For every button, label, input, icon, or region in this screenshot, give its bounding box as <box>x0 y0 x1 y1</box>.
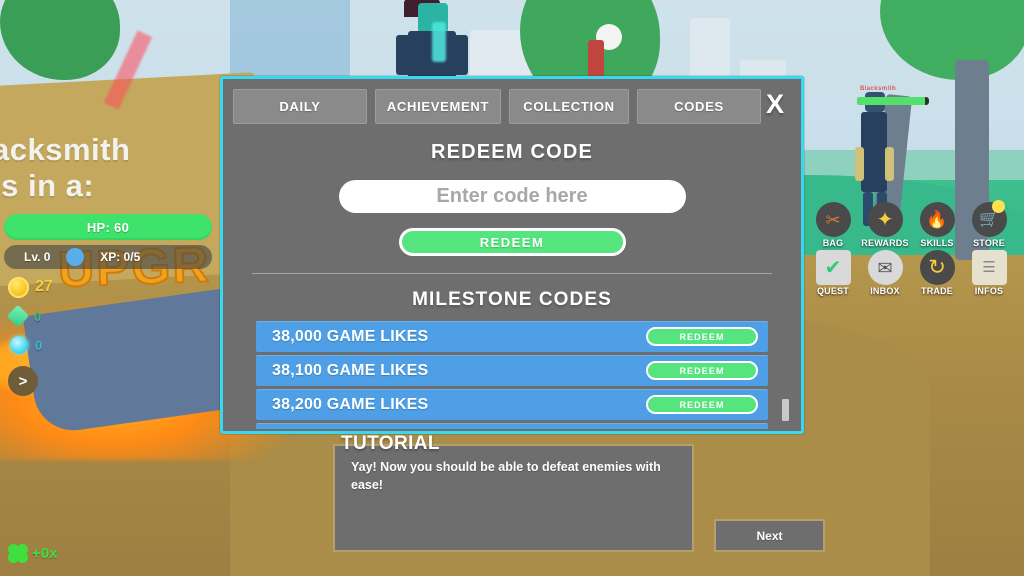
hud-expand-button[interactable]: > <box>8 366 38 396</box>
menu-label-trade: TRADE <box>921 286 953 296</box>
menu-button-quest[interactable]: ✔ QUEST <box>808 250 858 296</box>
menu-button-skills[interactable]: 🔥 SKILLS <box>912 202 962 248</box>
cyan-gem-icon <box>10 336 28 354</box>
codes-modal: DAILY ACHIEVEMENT COLLECTION CODES X RED… <box>220 76 804 434</box>
menu-button-infos[interactable]: ☰ INFOS <box>964 250 1014 296</box>
xp-knob-icon <box>66 248 84 266</box>
inbox-icon: ✉ <box>867 250 903 285</box>
sign-line-2: is in a: <box>0 168 95 203</box>
menu-label-rewards: REWARDS <box>861 238 909 248</box>
level-xp-bar: Lv. 0 XP: 0/5 <box>4 245 212 269</box>
currency-row-gold: 27 <box>8 276 225 298</box>
bag-icon: ✂ <box>815 202 851 237</box>
list-item[interactable]: 38,100 GAME LIKES REDEEM <box>256 355 768 386</box>
gold-coin-icon <box>8 276 29 298</box>
cyan-gem-value: 0 <box>35 337 43 353</box>
menu-label-infos: INFOS <box>974 286 1004 296</box>
menu-button-inbox[interactable]: ✉ INBOX <box>860 250 910 296</box>
tab-achievement[interactable]: ACHIEVEMENT <box>375 89 501 124</box>
tab-codes[interactable]: CODES <box>637 89 761 124</box>
milestone-codes-title: MILESTONE CODES <box>412 289 612 310</box>
modal-tabbar: DAILY ACHIEVEMENT COLLECTION CODES X <box>223 79 801 124</box>
menu-button-store[interactable]: 🛒 STORE <box>964 200 1014 248</box>
health-bar: HP: 60 <box>4 214 212 240</box>
player-hud: HP: 60 Lv. 0 XP: 0/5 27 0 0 > <box>0 214 225 396</box>
menu-button-bag[interactable]: ✂ BAG <box>808 202 858 248</box>
milestone-redeem-button[interactable]: REDEEM <box>646 395 758 414</box>
luck-boost-label: +0x <box>32 545 58 562</box>
tutorial-title: TUTORIAL <box>341 433 440 454</box>
tutorial-text: Yay! Now you should be able to defeat en… <box>351 460 661 493</box>
list-item[interactable]: 38,000 GAME LIKES REDEEM <box>256 321 768 352</box>
store-icon: 🛒 <box>971 200 1007 237</box>
menu-label-bag: BAG <box>822 238 844 248</box>
list-item[interactable]: 38,200 GAME LIKES REDEEM <box>256 389 768 420</box>
chevron-right-icon: > <box>18 372 28 390</box>
rewards-icon: ✦ <box>867 202 903 237</box>
level-label: Lv. 0 <box>24 250 51 264</box>
green-gem-icon <box>6 304 30 328</box>
tab-collection[interactable]: COLLECTION <box>509 89 629 124</box>
infos-icon: ☰ <box>971 250 1007 285</box>
npc-health-bar <box>857 97 929 105</box>
scrollbar-thumb[interactable] <box>782 399 789 421</box>
tutorial-next-button[interactable]: Next <box>714 519 825 552</box>
clover-icon <box>5 541 31 566</box>
sign-line-1: acksmith <box>0 132 131 167</box>
side-menu: ✂ BAG ✦ REWARDS 🔥 SKILLS 🛒 STORE ✔ QUEST… <box>808 200 1014 296</box>
milestone-title: 38,100 GAME LIKES <box>272 361 429 379</box>
quest-icon: ✔ <box>815 250 851 285</box>
milestone-title: 38,000 GAME LIKES <box>272 327 429 345</box>
skills-icon: 🔥 <box>919 202 955 237</box>
menu-button-rewards[interactable]: ✦ REWARDS <box>860 202 910 248</box>
milestone-list[interactable]: 38,000 GAME LIKES REDEEM 38,100 GAME LIK… <box>256 321 768 429</box>
menu-label-quest: QUEST <box>816 286 849 296</box>
close-icon[interactable]: X <box>757 87 793 121</box>
luck-boost-indicator: +0x <box>5 541 58 566</box>
tab-daily[interactable]: DAILY <box>233 89 367 124</box>
section-divider <box>252 273 772 274</box>
energy-glow <box>432 22 446 62</box>
tutorial-textbox: Yay! Now you should be able to defeat en… <box>333 444 694 552</box>
menu-button-trade[interactable]: ↻ TRADE <box>912 250 962 296</box>
code-input[interactable] <box>338 180 686 213</box>
gold-coin-value: 27 <box>35 278 53 295</box>
npc-name-label: Blacksmith <box>860 86 897 92</box>
currency-row-cyan-gem: 0 <box>8 334 225 356</box>
menu-label-skills: SKILLS <box>920 238 954 248</box>
green-gem-value: 0 <box>34 308 42 324</box>
currency-row-green-gem: 0 <box>6 304 225 328</box>
store-badge-icon <box>991 200 1005 213</box>
health-label: HP: 60 <box>86 219 130 235</box>
menu-label-inbox: INBOX <box>870 286 900 296</box>
list-item[interactable] <box>256 423 768 429</box>
trade-icon: ↻ <box>919 250 955 285</box>
milestone-redeem-button[interactable]: REDEEM <box>646 327 758 346</box>
milestone-title: 38,200 GAME LIKES <box>272 395 429 413</box>
milestone-scrollbar[interactable] <box>782 397 789 431</box>
redeem-code-title: REDEEM CODE <box>430 141 594 163</box>
redeem-button[interactable]: REDEEM <box>398 228 626 256</box>
menu-label-store: STORE <box>973 238 1005 248</box>
milestone-redeem-button[interactable]: REDEEM <box>646 361 758 380</box>
